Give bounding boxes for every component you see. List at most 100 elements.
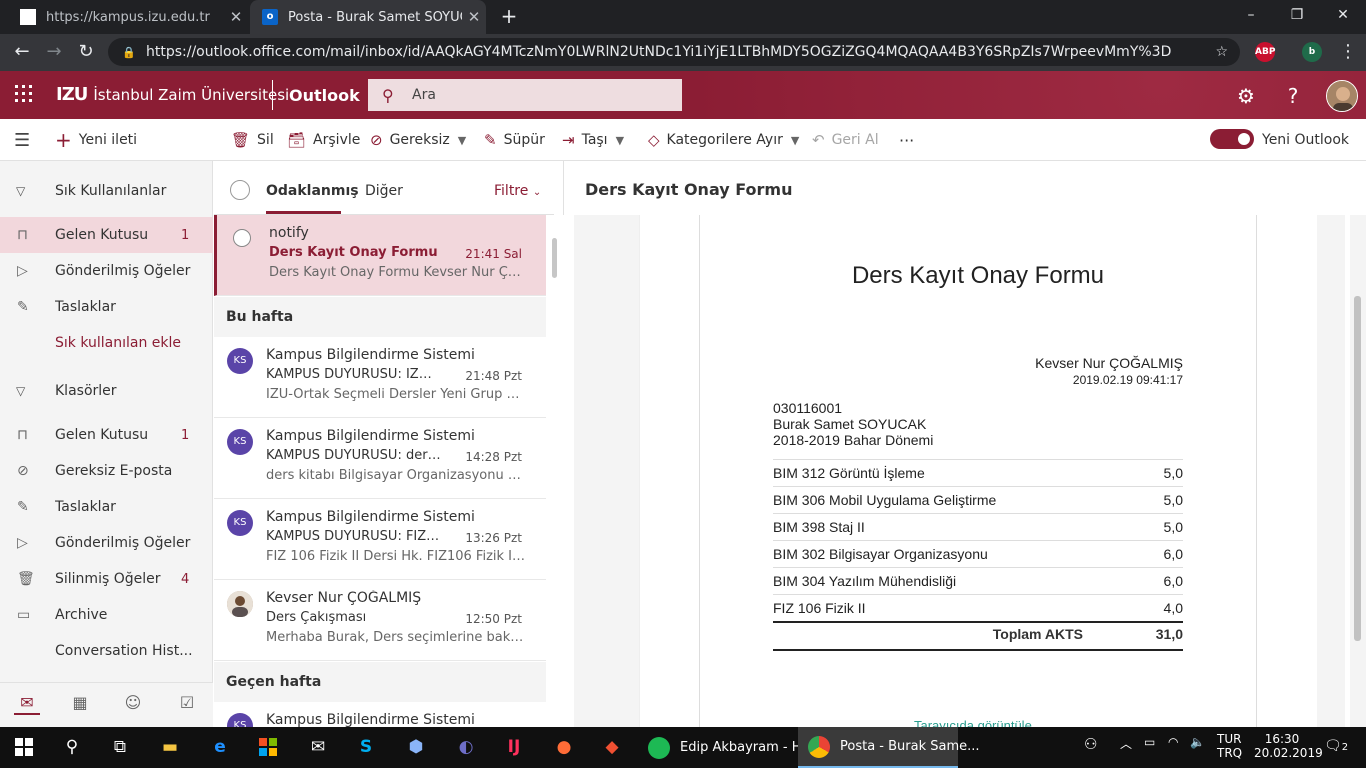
undo-button[interactable]: ↶ Geri Al: [812, 119, 879, 161]
favorites-section-header[interactable]: ▽ Sık Kullanılanlar: [0, 173, 213, 209]
tab-title: Posta - Burak Samet SOYUCAK -: [288, 9, 462, 25]
folder-item-sent[interactable]: ▷ Gönderilmiş Öğeler: [0, 525, 213, 561]
battery-icon[interactable]: ▭: [1144, 735, 1155, 749]
mail-module-icon[interactable]: ✉: [14, 693, 40, 715]
file-explorer-icon[interactable]: ▬: [156, 733, 184, 761]
search-input[interactable]: Ara: [412, 87, 436, 103]
browser-menu-icon[interactable]: ⋮: [1336, 40, 1360, 64]
archive-button[interactable]: 🗃 Arşivle: [287, 119, 360, 161]
sweep-button[interactable]: ✎ Süpür: [484, 119, 545, 161]
eclipse-icon[interactable]: ◐: [452, 733, 480, 761]
select-all-checkbox[interactable]: [230, 180, 250, 200]
postman-icon[interactable]: ●: [550, 733, 578, 761]
tasks-module-icon[interactable]: ☑: [174, 693, 200, 715]
store-icon[interactable]: [254, 733, 282, 761]
skype-icon[interactable]: S: [352, 733, 380, 761]
app-launcher-icon[interactable]: [14, 84, 34, 104]
intellij-icon[interactable]: IJ: [500, 733, 528, 761]
chrome-taskbar-button[interactable]: Posta - Burak Same...: [798, 727, 980, 768]
folders-section-header[interactable]: ▽ Klasörler: [0, 373, 213, 409]
folder-item-archive[interactable]: ▭ Archive: [0, 597, 213, 633]
chevron-down-icon[interactable]: ▼: [791, 134, 799, 147]
university-name: İstanbul Zaim Üniversitesi: [93, 85, 290, 104]
junk-button[interactable]: ⊘ Gereksiz ▼: [370, 119, 466, 161]
windows-start-icon[interactable]: [10, 733, 38, 761]
close-tab-icon[interactable]: ✕: [224, 8, 248, 26]
edge-icon[interactable]: e: [206, 733, 234, 761]
clock[interactable]: 16:30 20.02.2019: [1254, 732, 1323, 760]
spotify-taskbar-button[interactable]: Edip Akbayram - H...: [638, 727, 814, 768]
course-row: BIM 302 Bilgisayar Organizasyonu 6,0: [773, 540, 1183, 567]
favorite-item-sent[interactable]: ▷ Gönderilmiş Öğeler: [0, 253, 213, 289]
list-scrollbar[interactable]: [546, 215, 564, 727]
message-item-selected[interactable]: notify Ders Kayıt Onay Formu 21:41 Sal D…: [214, 215, 546, 296]
folder-item-inbox[interactable]: ⊓ Gelen Kutusu 1: [0, 417, 213, 453]
maximize-button[interactable]: ❐: [1274, 0, 1320, 34]
move-button[interactable]: ⇥ Taşı ▼: [562, 119, 624, 161]
categorize-button[interactable]: ◇ Kategorilere Ayır ▼: [648, 119, 799, 161]
back-button[interactable]: ←: [10, 40, 34, 64]
hamburger-menu-icon[interactable]: ☰: [14, 119, 30, 161]
show-hidden-icons[interactable]: ︿: [1120, 735, 1132, 752]
favorite-item-inbox[interactable]: ⊓ Gelen Kutusu 1: [0, 217, 213, 253]
search-icon[interactable]: ⚲: [58, 733, 86, 761]
bookmark-star-icon[interactable]: ☆: [1215, 44, 1228, 60]
folder-item-conversation-history[interactable]: Conversation Hist...: [0, 633, 213, 669]
message-item[interactable]: KS Kampus Bilgilendirme Sistemi KAMPÜS D…: [214, 499, 546, 580]
git-icon[interactable]: ◆: [598, 733, 626, 761]
add-favorite-link[interactable]: Sık kullanılan ekle: [0, 325, 213, 361]
list-scrollbar-thumb[interactable]: [552, 238, 557, 278]
mail-icon[interactable]: ✉: [304, 733, 332, 761]
folder-item-junk[interactable]: ⊘ Gereksiz E-posta: [0, 453, 213, 489]
sweep-label: Süpür: [503, 132, 545, 148]
input-language[interactable]: TUR TRQ: [1217, 732, 1242, 760]
browser-tab-outlook[interactable]: o Posta - Burak Samet SOYUCAK - ✕: [250, 0, 486, 34]
user-avatar[interactable]: [1326, 80, 1358, 112]
delete-button[interactable]: 🗑 Sil: [231, 119, 274, 161]
select-checkbox[interactable]: [233, 229, 251, 247]
wifi-icon[interactable]: ◠: [1168, 735, 1178, 749]
tab-focused[interactable]: Odaklanmış: [266, 183, 359, 199]
tab-other[interactable]: Diğer: [365, 183, 403, 199]
more-actions-button[interactable]: ···: [899, 119, 914, 161]
browser-tab-kampus[interactable]: https://kampus.izu.edu.tr ✕: [8, 0, 248, 34]
message-item[interactable]: KS Kampus Bilgilendirme Sistemi KAMPÜS D…: [214, 418, 546, 499]
virtualbox-icon[interactable]: ⬢: [402, 733, 430, 761]
close-window-button[interactable]: ✕: [1320, 0, 1366, 34]
minimize-button[interactable]: –: [1228, 0, 1274, 34]
header-divider: [272, 80, 273, 110]
search-box[interactable]: ⚲ Ara: [368, 79, 682, 111]
chevron-down-icon[interactable]: ▼: [616, 134, 624, 147]
reading-scrollbar-thumb[interactable]: [1354, 296, 1361, 641]
forward-button[interactable]: →: [42, 40, 66, 64]
settings-gear-icon[interactable]: ⚙: [1234, 84, 1258, 108]
message-item[interactable]: Kevser Nur ÇOĞALMIŞ Ders Çakışması 12:50…: [214, 580, 546, 661]
favorite-item-drafts[interactable]: ✎ Taslaklar: [0, 289, 213, 325]
new-outlook-toggle[interactable]: [1210, 129, 1254, 149]
message-item[interactable]: KS Kampus Bilgilendirme Sistemi KAMPÜS D…: [214, 337, 546, 418]
university-logo: IZU: [56, 84, 88, 105]
extension-b-icon[interactable]: b: [1302, 42, 1322, 62]
action-center-icon[interactable]: 🗨2: [1324, 738, 1348, 754]
archive-icon: ▭: [17, 607, 31, 623]
close-tab-icon[interactable]: ✕: [462, 8, 486, 26]
address-bar[interactable]: 🔒 https://outlook.office.com/mail/inbox/…: [108, 38, 1240, 66]
calendar-module-icon[interactable]: ▦: [67, 693, 93, 715]
reload-button[interactable]: ↻: [74, 40, 98, 64]
university-brand[interactable]: IZU İstanbul Zaim Üniversitesi: [56, 84, 289, 105]
people-module-icon[interactable]: ☺: [120, 693, 146, 715]
help-icon[interactable]: ?: [1281, 84, 1305, 108]
new-message-button[interactable]: + Yeni ileti: [55, 119, 137, 161]
folder-item-deleted[interactable]: 🗑 Silinmiş Öğeler 4: [0, 561, 213, 597]
volume-icon[interactable]: 🔈: [1190, 735, 1205, 749]
app-name[interactable]: Outlook: [289, 86, 360, 105]
adblock-extension-icon[interactable]: ABP: [1255, 42, 1275, 62]
pencil-icon: ✎: [17, 499, 29, 515]
folder-item-drafts[interactable]: ✎ Taslaklar: [0, 489, 213, 525]
people-tray-icon[interactable]: ⚇: [1084, 735, 1097, 753]
chevron-down-icon[interactable]: ▼: [458, 134, 466, 147]
new-tab-button[interactable]: +: [498, 6, 520, 28]
filter-button[interactable]: Filtre ⌄: [494, 183, 541, 199]
message-item[interactable]: KS Kampus Bilgilendirme Sistemi: [214, 702, 546, 727]
task-view-icon[interactable]: ⧉: [106, 733, 134, 761]
